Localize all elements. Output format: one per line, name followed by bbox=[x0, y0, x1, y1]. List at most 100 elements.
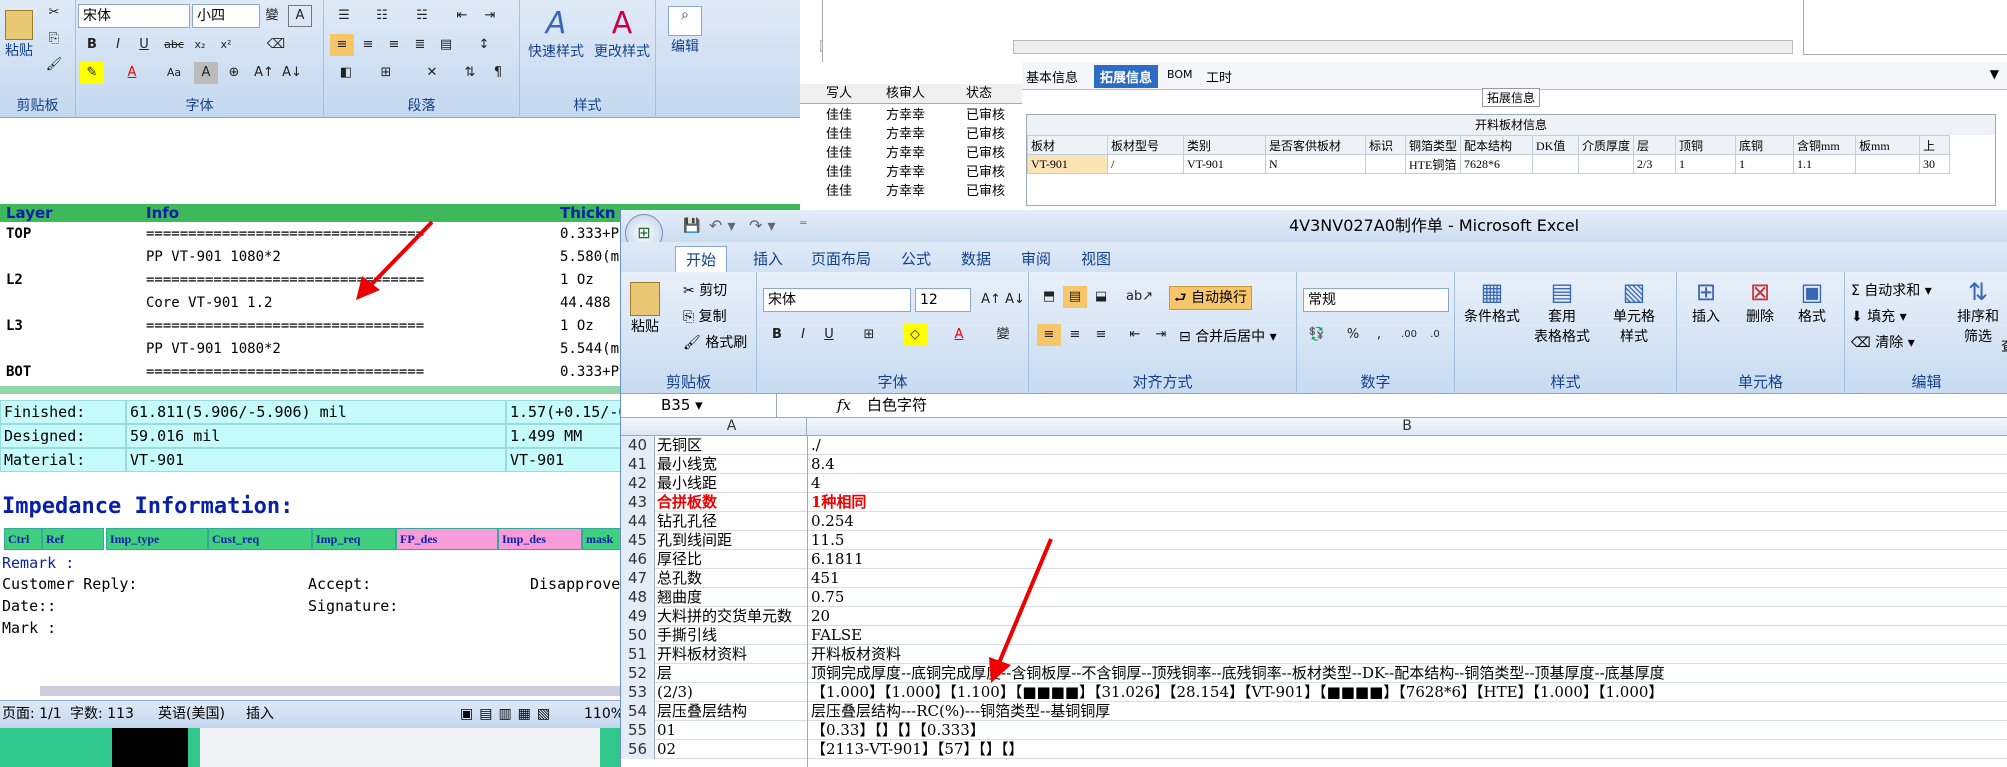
xl-merge-center-button[interactable]: ⊟ 合并后居中 ▾ bbox=[1179, 326, 1277, 346]
header-writer[interactable]: 写人 bbox=[826, 84, 852, 104]
header-reviewer[interactable]: 核审人 bbox=[886, 84, 925, 104]
row-number[interactable]: 43 bbox=[621, 493, 655, 512]
italic-icon[interactable]: I bbox=[106, 34, 130, 56]
cell-b[interactable]: 1种相同 bbox=[807, 493, 866, 512]
xl-conditional-format-button[interactable]: ▦ 条件格式 bbox=[1459, 278, 1525, 326]
header-status[interactable]: 状态 bbox=[966, 84, 992, 104]
chinese-layout-icon[interactable]: ✕ bbox=[420, 62, 444, 84]
xl-increase-indent-icon[interactable]: ⇥ bbox=[1149, 324, 1173, 346]
change-case-icon[interactable]: Aa bbox=[162, 62, 186, 84]
xl-decrease-decimal-icon[interactable]: .0 bbox=[1423, 324, 1447, 346]
xl-sort-filter-button[interactable]: ⇅ 排序和 筛选 bbox=[1953, 278, 2003, 346]
status-page[interactable]: 页面: 1/1 bbox=[2, 701, 62, 728]
xl-decrease-indent-icon[interactable]: ⇤ bbox=[1123, 324, 1147, 346]
borders-icon[interactable]: ⊞ bbox=[374, 62, 398, 84]
row-number[interactable]: 44 bbox=[621, 512, 655, 531]
justify-icon[interactable]: ≣ bbox=[408, 34, 432, 56]
xl-align-center-icon[interactable]: ≡ bbox=[1063, 324, 1087, 346]
tab-hours[interactable]: 工时 bbox=[1206, 67, 1232, 86]
tab-basic-info[interactable]: 基本信息 bbox=[1026, 67, 1078, 86]
status-language[interactable]: 英语(美国) bbox=[158, 701, 225, 728]
row-number[interactable]: 46 bbox=[621, 550, 655, 569]
view-buttons-icon[interactable]: ▣▤▥▦▧ bbox=[460, 701, 556, 728]
tab-extended-info[interactable]: 拓展信息 bbox=[1094, 65, 1159, 88]
multilevel-list-icon[interactable]: ☵ bbox=[410, 5, 434, 27]
row-number[interactable]: 52 bbox=[621, 664, 655, 683]
list-item[interactable]: 佳佳 方幸幸 已审核 bbox=[800, 144, 1022, 163]
cut-icon[interactable]: ✂ bbox=[42, 2, 66, 24]
highlight-icon[interactable]: ✎ bbox=[80, 62, 104, 84]
material-header-cell[interactable]: 标识 bbox=[1365, 135, 1406, 155]
row-number[interactable]: 55 bbox=[621, 721, 655, 740]
align-left-icon[interactable]: ≡ bbox=[330, 34, 354, 56]
xl-autosum-button[interactable]: Σ 自动求和 ▾ bbox=[1851, 280, 1932, 300]
undo-icon[interactable]: ↶ ▾ bbox=[709, 210, 736, 242]
col-header-b[interactable]: B bbox=[807, 418, 2007, 435]
xl-font-size-combo[interactable]: 12 bbox=[915, 288, 971, 312]
quick-styles-button[interactable]: A 快速样式 bbox=[524, 6, 588, 61]
material-header-cell[interactable]: 顶铜 bbox=[1675, 135, 1737, 155]
format-painter-icon[interactable]: 🖌 bbox=[42, 54, 66, 76]
xl-italic-icon[interactable]: I bbox=[791, 324, 815, 346]
xl-insert-cells-button[interactable]: ⊞ 插入 bbox=[1681, 278, 1731, 326]
paste-button[interactable]: 粘贴 bbox=[2, 10, 36, 60]
row-number[interactable]: 53 bbox=[621, 683, 655, 702]
cell-b[interactable]: 11.5 bbox=[807, 531, 844, 550]
formula-input[interactable]: 白色字符 bbox=[867, 394, 927, 417]
xl-fill-button[interactable]: ⬇ 填充 ▾ bbox=[1851, 306, 1907, 326]
phonetic-icon[interactable]: 變 bbox=[260, 5, 284, 27]
cell-b[interactable]: 0.75 bbox=[807, 588, 844, 607]
xl-percent-icon[interactable]: % bbox=[1341, 324, 1365, 346]
tab-home[interactable]: 开始 bbox=[675, 246, 728, 272]
row-number[interactable]: 49 bbox=[621, 607, 655, 626]
cell-b[interactable]: 顶铜完成厚度--底铜完成厚度--含铜板厚--不含铜厚--顶残铜率--底残铜率--… bbox=[807, 664, 1665, 683]
xl-copy-button[interactable]: ⎘ 复制 bbox=[683, 306, 727, 326]
tab-bom[interactable]: BOM bbox=[1167, 68, 1193, 81]
shrink-font-icon[interactable]: A↓ bbox=[280, 62, 304, 84]
font-size-combo[interactable]: 小四 bbox=[192, 4, 260, 28]
material-header-cell[interactable]: 铜箔类型 bbox=[1404, 135, 1462, 155]
material-header-cell[interactable]: 板材型号 bbox=[1107, 135, 1184, 155]
xl-find-label[interactable]: 查 bbox=[2001, 336, 2007, 356]
list-item[interactable]: 佳佳 方幸幸 已审核 bbox=[800, 125, 1022, 144]
xl-grow-font-icon[interactable]: A↑ bbox=[979, 289, 1003, 311]
row-number[interactable]: 54 bbox=[621, 702, 655, 721]
right-scrollbar[interactable] bbox=[1013, 40, 1793, 54]
material-header-cell[interactable]: 层 bbox=[1633, 135, 1677, 155]
xl-paste-button[interactable]: 粘贴 bbox=[627, 282, 663, 336]
cell-b[interactable]: 层压叠层结构---RC(%)---铜箔类型--基铜铜厚 bbox=[807, 702, 1110, 721]
show-marks-icon[interactable]: ¶ bbox=[486, 62, 510, 84]
numbering-icon[interactable]: ☷ bbox=[370, 5, 394, 27]
bold-icon[interactable]: B bbox=[80, 34, 104, 56]
cell-b[interactable]: 4 bbox=[807, 474, 821, 493]
list-item[interactable]: 佳佳 方幸幸 已审核 bbox=[800, 106, 1022, 125]
cell-b[interactable]: ./ bbox=[807, 436, 821, 455]
xl-orientation-icon[interactable]: ab↗ bbox=[1125, 286, 1153, 308]
tab-formulas[interactable]: 公式 bbox=[891, 246, 941, 272]
align-center-icon[interactable]: ≡ bbox=[356, 34, 380, 56]
quick-access-menu-icon[interactable]: ⁼ bbox=[799, 210, 807, 242]
material-data-row[interactable]: VT-901/VT-901 N HTE铜箔 7628*6 2/3 1 1 1.1 30 bbox=[1027, 154, 1951, 174]
xl-comma-icon[interactable]: , bbox=[1367, 324, 1391, 346]
cell-b[interactable]: 【2113-VT-901】【57】【】【】 bbox=[807, 740, 1023, 759]
doc-h-scrollbar[interactable] bbox=[40, 686, 620, 696]
shading-icon[interactable]: ◧ bbox=[334, 62, 358, 84]
redo-icon[interactable]: ↷ ▾ bbox=[749, 210, 776, 242]
xl-format-table-button[interactable]: ▤ 套用 表格格式 bbox=[1529, 278, 1595, 346]
change-styles-button[interactable]: A 更改样式 bbox=[590, 6, 654, 61]
name-box[interactable]: B35 ▾ bbox=[621, 394, 777, 417]
xl-format-cells-button[interactable]: ▣ 格式 bbox=[1787, 278, 1837, 326]
char-border-icon[interactable]: A bbox=[288, 5, 312, 27]
xl-number-format-combo[interactable]: 常规 bbox=[1303, 288, 1449, 312]
font-color-icon[interactable]: A bbox=[120, 62, 144, 84]
align-right-icon[interactable]: ≡ bbox=[382, 34, 406, 56]
superscript-icon[interactable]: x² bbox=[214, 34, 238, 56]
row-number[interactable]: 42 bbox=[621, 474, 655, 493]
subscript-icon[interactable]: x₂ bbox=[188, 34, 212, 56]
editing-button[interactable]: ⌕ 编辑 bbox=[664, 6, 706, 56]
xl-format-painter-button[interactable]: 🖌 格式刷 bbox=[683, 332, 747, 352]
cell-b[interactable]: 20 bbox=[807, 607, 830, 626]
status-word-count[interactable]: 字数: 113 bbox=[70, 701, 134, 728]
xl-shrink-font-icon[interactable]: A↓ bbox=[1003, 289, 1027, 311]
xl-phonetic-icon[interactable]: 變 bbox=[991, 324, 1015, 346]
